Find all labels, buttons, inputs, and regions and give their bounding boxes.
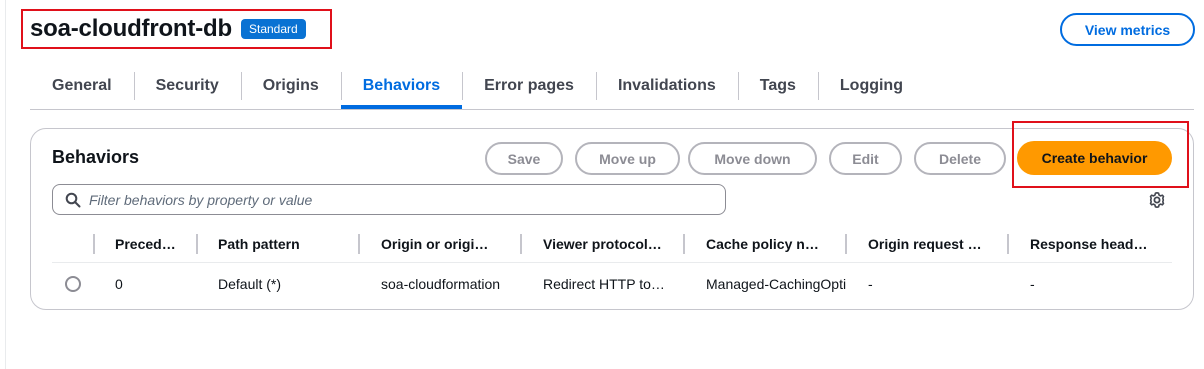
header-row-divider [52, 262, 1172, 263]
tab-general[interactable]: General [30, 70, 134, 102]
delete-button[interactable]: Delete [914, 142, 1006, 175]
column-separator[interactable] [358, 234, 360, 254]
search-input[interactable] [89, 191, 689, 208]
tab-error-pages[interactable]: Error pages [462, 70, 596, 102]
edit-button[interactable]: Edit [829, 142, 902, 175]
page-left-border [5, 0, 6, 369]
tab-invalidations[interactable]: Invalidations [595, 70, 738, 102]
view-metrics-button[interactable]: View metrics [1060, 13, 1195, 46]
column-header-viewer-protocol[interactable]: Viewer protocol policy [543, 234, 665, 254]
cell-path-pattern: Default (*) [218, 276, 282, 292]
tab-bar: General Security Origins Behaviors Error… [30, 70, 925, 110]
page-title: soa-cloudfront-db [30, 15, 232, 42]
filter-search-box[interactable] [52, 184, 726, 215]
cell-response-headers-policy: - [1030, 276, 1035, 292]
column-separator[interactable] [683, 234, 685, 254]
cell-origin-request-policy: - [868, 276, 873, 292]
cell-origin: soa-cloudformation [381, 276, 501, 292]
move-down-button[interactable]: Move down [688, 142, 817, 175]
search-icon [65, 192, 81, 207]
status-badge: Standard [241, 19, 306, 39]
move-up-button[interactable]: Move up [575, 142, 680, 175]
column-header-path-pattern[interactable]: Path pattern [218, 234, 343, 254]
gear-icon[interactable] [1148, 191, 1166, 209]
tab-origins[interactable]: Origins [240, 70, 341, 102]
column-header-origin-request-policy[interactable]: Origin request policy name [868, 234, 988, 254]
column-header-origin[interactable]: Origin or origin group [381, 234, 496, 254]
column-header-precedence[interactable]: Precedence [115, 234, 179, 254]
column-separator[interactable] [845, 234, 847, 254]
column-header-cache-policy[interactable]: Cache policy name [706, 234, 826, 254]
tabs-divider [30, 109, 1194, 110]
column-separator[interactable] [93, 234, 95, 254]
save-button[interactable]: Save [485, 142, 563, 175]
row-select-radio[interactable] [65, 276, 81, 292]
column-separator[interactable] [520, 234, 522, 254]
panel-title: Behaviors [52, 147, 140, 167]
tab-behaviors[interactable]: Behaviors [340, 70, 463, 109]
column-header-response-headers-policy[interactable]: Response headers policy name [1030, 234, 1150, 254]
cell-cache-policy: Managed-CachingOptimized [706, 276, 846, 292]
column-separator[interactable] [1007, 234, 1009, 254]
tab-tags[interactable]: Tags [737, 70, 818, 102]
column-separator[interactable] [196, 234, 198, 254]
tab-security[interactable]: Security [133, 70, 241, 102]
cell-precedence: 0 [115, 276, 123, 292]
create-behavior-button[interactable]: Create behavior [1017, 141, 1172, 175]
cell-viewer-protocol: Redirect HTTP to HTTPS [543, 276, 665, 292]
tab-logging[interactable]: Logging [817, 70, 925, 102]
